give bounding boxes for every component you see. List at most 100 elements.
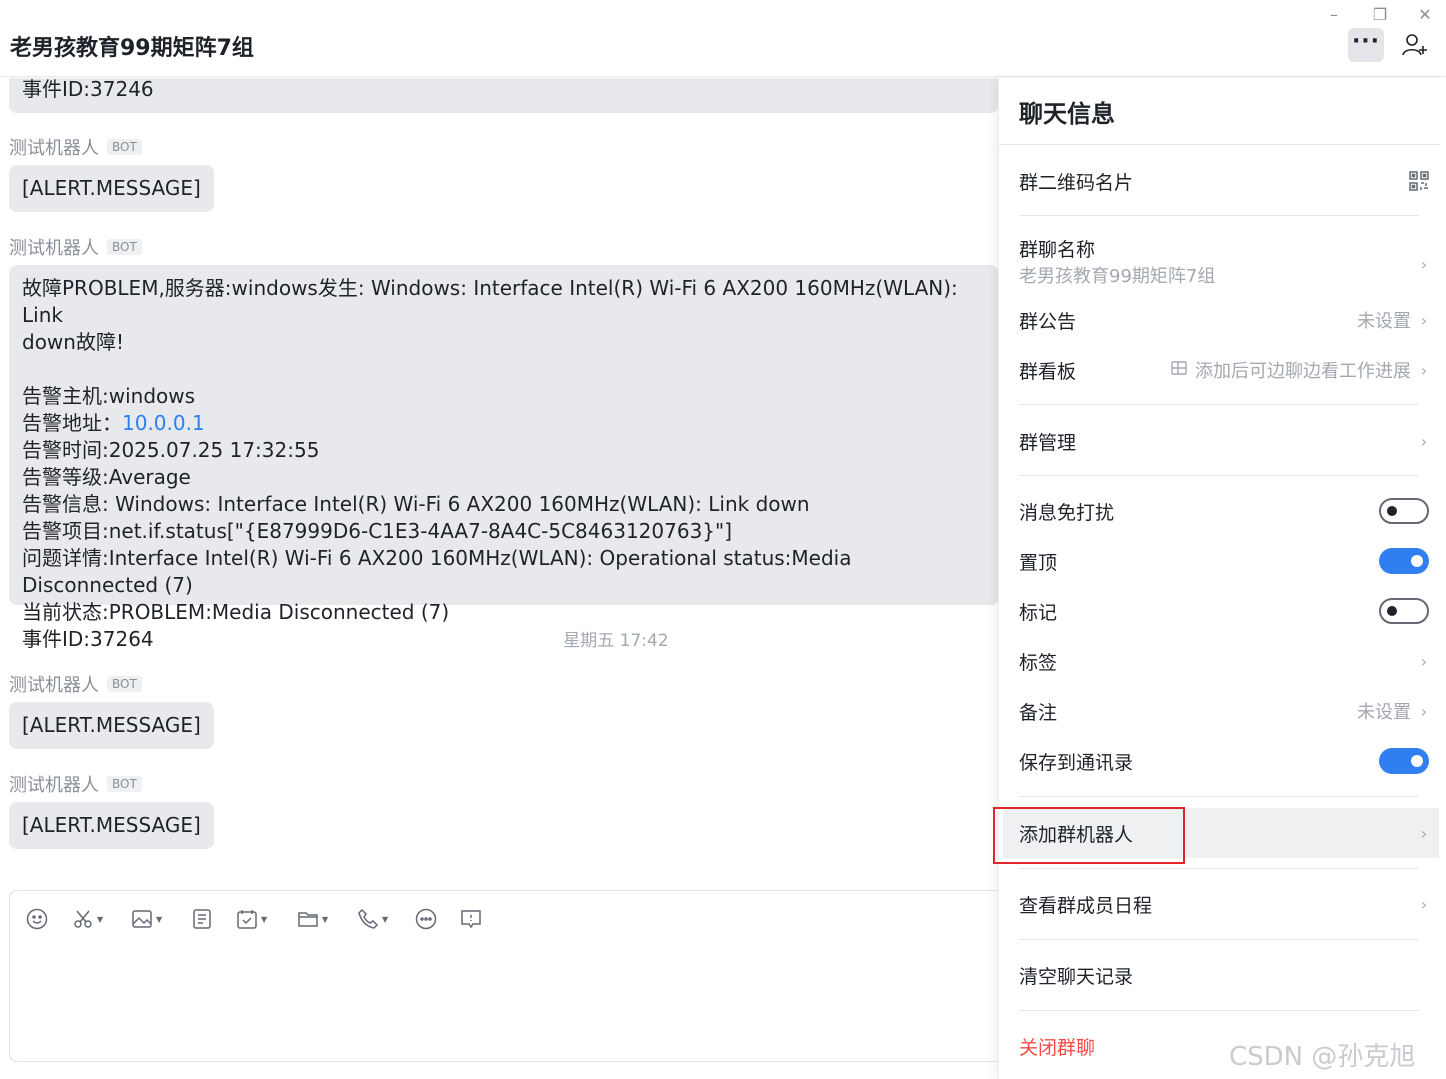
sender-name[interactable]: 测试机器人: [9, 134, 99, 160]
watermark: CSDN @孙克旭: [1229, 1042, 1416, 1072]
message-line: 当前状态:PROBLEM:Media Disconnected (7): [22, 600, 450, 624]
mute-toggle[interactable]: [1379, 498, 1429, 524]
message-text: 事件ID:37246: [22, 78, 154, 101]
mark-toggle[interactable]: [1379, 598, 1429, 624]
message-line: 告警地址：10.0.0.1: [22, 410, 986, 437]
sender-row: 测试机器人 BOT: [9, 671, 142, 697]
chevron-right-icon: ›: [1420, 310, 1428, 330]
folder-icon[interactable]: ▼: [297, 907, 328, 931]
caret-down-icon[interactable]: ▼: [261, 915, 267, 924]
board-row[interactable]: 群看板 添加后可边聊边看工作进展 ›: [1019, 350, 1429, 390]
group-name-row[interactable]: 群聊名称 ›: [1019, 230, 1429, 274]
doc-icon[interactable]: [191, 907, 213, 931]
more-options-button[interactable]: ···: [1348, 28, 1384, 62]
sender-row: 测试机器人 BOT: [9, 234, 142, 260]
restore-button[interactable]: ❐: [1368, 4, 1392, 26]
caret-down-icon[interactable]: ▼: [382, 915, 388, 924]
sender-name[interactable]: 测试机器人: [9, 671, 99, 697]
chevron-right-icon: ›: [1420, 431, 1428, 451]
member-schedule-label: 查看群成员日程: [1019, 894, 1153, 917]
chevron-right-icon: ›: [1420, 651, 1428, 671]
group-name-label: 群聊名称: [1019, 238, 1096, 261]
tags-label: 标签: [1019, 651, 1058, 674]
caret-down-icon[interactable]: ▼: [156, 915, 162, 924]
leave-group-label: 关闭群聊: [1019, 1036, 1096, 1059]
message-bubble[interactable]: [ALERT.MESSAGE]: [9, 802, 214, 849]
mark-row: 标记: [1019, 591, 1429, 631]
chevron-right-icon: ›: [1420, 701, 1428, 721]
qr-card-row[interactable]: 群二维码名片: [1019, 161, 1429, 201]
save-contacts-toggle[interactable]: [1379, 748, 1429, 774]
qr-code-icon[interactable]: [1409, 161, 1429, 201]
clear-history-row[interactable]: 清空聊天记录: [1019, 955, 1429, 995]
message-line: 告警项目:net.if.status["{E87999D6-C1E3-4AA7-…: [22, 519, 733, 543]
board-value: 添加后可边聊边看工作进展: [1195, 361, 1411, 382]
title-bar: 老男孩教育99期矩阵7组 – ❐ ✕ ···: [0, 0, 1446, 77]
feedback-icon[interactable]: [460, 907, 482, 931]
message-line: 告警等级:Average: [22, 465, 191, 489]
annotation-highlight-box: [993, 807, 1185, 864]
board-label: 群看板: [1019, 360, 1077, 383]
clear-history-label: 清空聊天记录: [1019, 965, 1134, 988]
emoji-icon[interactable]: [26, 907, 48, 931]
screenshot-icon[interactable]: ▼: [72, 907, 103, 931]
message-composer[interactable]: ▼ ▼ ▼ ▼ ▼: [9, 890, 998, 1062]
group-name-value: 老男孩教育99期矩阵7组: [1019, 266, 1216, 287]
message-line: 告警主机:windows: [22, 384, 196, 408]
message-line: 故障PROBLEM,服务器:windows发生: Windows: Interf…: [22, 276, 965, 327]
task-icon[interactable]: ▼: [236, 907, 267, 931]
message-bubble[interactable]: 故障PROBLEM,服务器:windows发生: Windows: Interf…: [9, 265, 998, 651]
qr-card-label: 群二维码名片: [1019, 171, 1134, 194]
image-icon[interactable]: ▼: [131, 907, 162, 931]
message-text: [ALERT.MESSAGE]: [22, 813, 201, 837]
chevron-right-icon: ›: [1420, 254, 1428, 274]
group-manage-row[interactable]: 群管理 ›: [1019, 421, 1429, 461]
member-schedule-row[interactable]: 查看群成员日程 ›: [1019, 884, 1429, 924]
add-member-icon[interactable]: [1400, 30, 1430, 60]
divider: [1019, 215, 1419, 216]
more-icon[interactable]: [415, 907, 437, 931]
address-label: 告警地址：: [22, 411, 122, 435]
bot-badge: BOT: [107, 776, 142, 792]
board-icon: [1171, 360, 1187, 381]
remark-label: 备注: [1019, 701, 1058, 724]
message-line: 告警时间:2025.07.25 17:32:55: [22, 438, 320, 462]
chat-area: 事件ID:37246 测试机器人 BOT [ALERT.MESSAGE] 测试机…: [0, 78, 998, 1079]
save-contacts-row: 保存到通讯录: [1019, 741, 1429, 781]
sender-name[interactable]: 测试机器人: [9, 771, 99, 797]
chat-info-panel: 聊天信息 群二维码名片 群聊名称 › 老男孩教育99期矩阵7组 群公告 未设置 …: [998, 78, 1446, 1079]
tags-row[interactable]: 标签 ›: [1019, 641, 1429, 681]
bot-badge: BOT: [107, 676, 142, 692]
sender-row: 测试机器人 BOT: [9, 771, 142, 797]
mute-label: 消息免打扰: [1019, 501, 1115, 524]
mute-row: 消息免打扰: [1019, 491, 1429, 531]
divider: [1019, 475, 1419, 476]
caret-down-icon[interactable]: ▼: [322, 915, 328, 924]
chevron-right-icon: ›: [1420, 823, 1428, 843]
divider: [1019, 1010, 1419, 1011]
pin-label: 置顶: [1019, 551, 1058, 574]
phone-icon[interactable]: ▼: [357, 907, 388, 931]
message-bubble: 事件ID:37246: [9, 78, 998, 113]
bot-badge: BOT: [107, 239, 142, 255]
close-button[interactable]: ✕: [1413, 4, 1437, 26]
chat-title: 老男孩教育99期矩阵7组: [10, 36, 254, 61]
save-contacts-label: 保存到通讯录: [1019, 751, 1134, 774]
chevron-right-icon: ›: [1420, 894, 1428, 914]
ip-address-link[interactable]: 10.0.0.1: [122, 411, 205, 435]
divider: [1019, 939, 1419, 940]
time-separator: 星期五 17:42: [563, 631, 669, 651]
sender-name[interactable]: 测试机器人: [9, 234, 99, 260]
message-bubble[interactable]: [ALERT.MESSAGE]: [9, 702, 214, 749]
pin-toggle[interactable]: [1379, 548, 1429, 574]
chevron-right-icon: ›: [1420, 360, 1428, 380]
message-bubble[interactable]: [ALERT.MESSAGE]: [9, 165, 214, 212]
pin-row: 置顶: [1019, 541, 1429, 581]
sender-row: 测试机器人 BOT: [9, 134, 142, 160]
announcement-row[interactable]: 群公告 未设置 ›: [1019, 300, 1429, 340]
message-line: 告警信息: Windows: Interface Intel(R) Wi-Fi …: [22, 492, 810, 516]
divider: [1019, 404, 1419, 405]
minimize-button[interactable]: –: [1322, 4, 1346, 26]
caret-down-icon[interactable]: ▼: [97, 915, 103, 924]
remark-row[interactable]: 备注 未设置 ›: [1019, 691, 1429, 731]
